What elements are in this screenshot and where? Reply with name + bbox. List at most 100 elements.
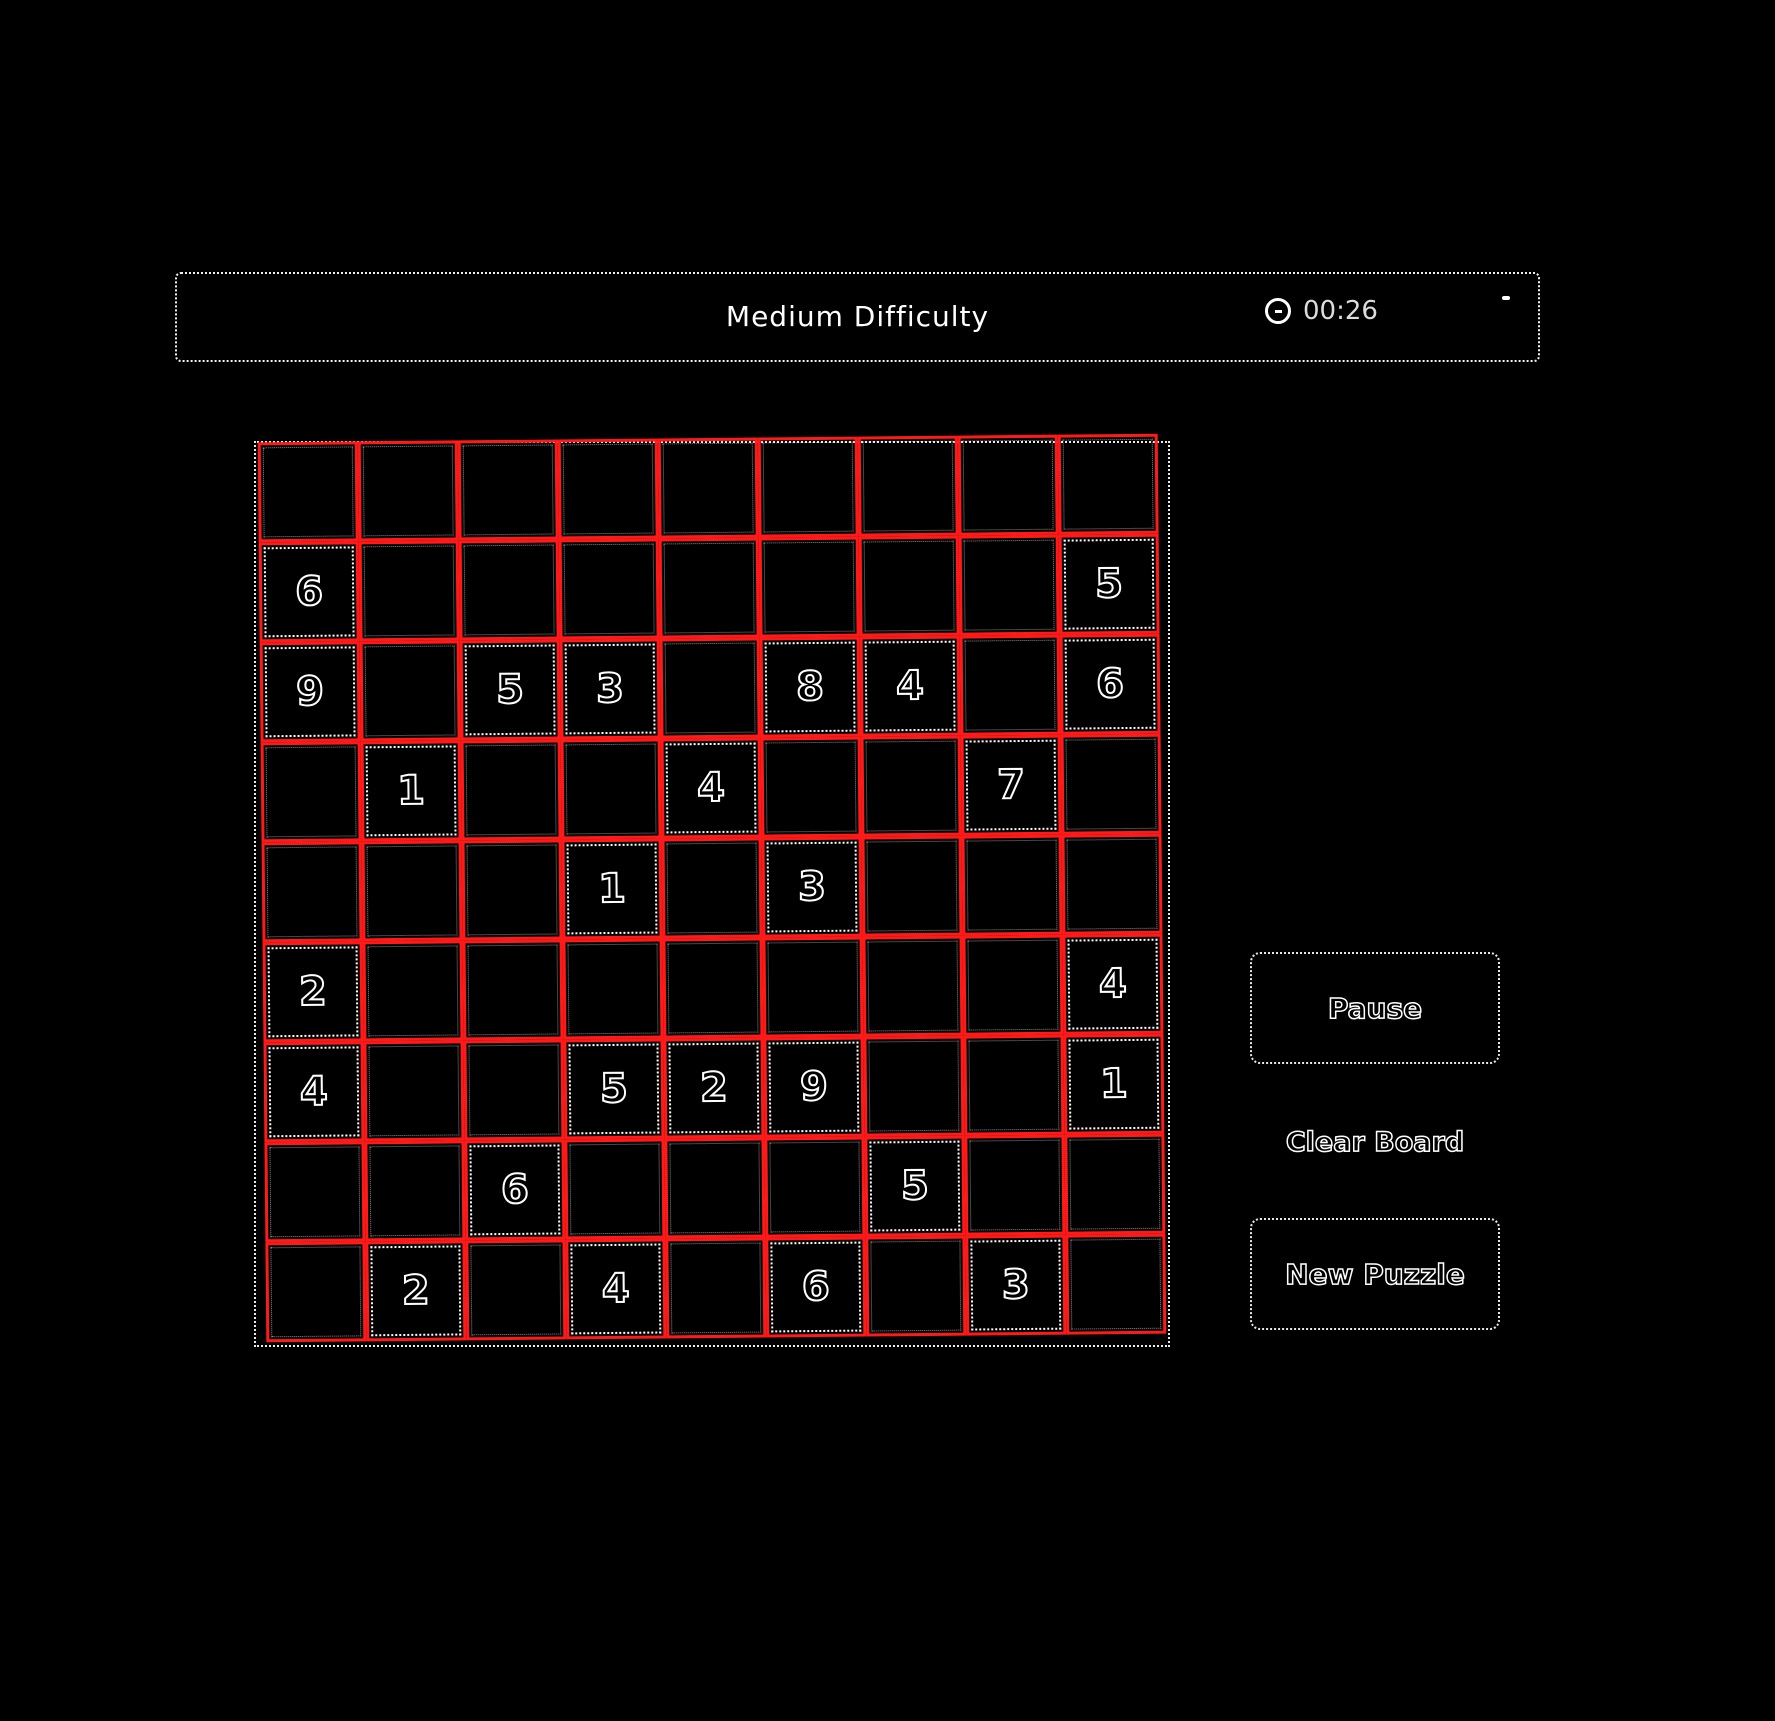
sudoku-cell[interactable]	[1061, 833, 1163, 935]
cell-digit: 2	[401, 1267, 431, 1315]
sudoku-cell[interactable]	[661, 837, 763, 939]
sudoku-cell[interactable]	[562, 938, 664, 1040]
sudoku-cell[interactable]	[261, 841, 363, 943]
sudoku-cell[interactable]	[764, 1136, 866, 1238]
sudoku-cell[interactable]	[1060, 733, 1162, 835]
cell-digit: 9	[799, 1063, 829, 1111]
sudoku-cell[interactable]	[264, 1141, 366, 1243]
sudoku-cell[interactable]	[758, 536, 860, 638]
sudoku-cell[interactable]	[857, 435, 959, 537]
sudoku-cell[interactable]	[1057, 433, 1159, 535]
sudoku-cell[interactable]	[558, 538, 660, 640]
sudoku-cell[interactable]: 3	[559, 638, 661, 740]
sudoku-cell[interactable]	[358, 540, 460, 642]
sudoku-cell[interactable]	[760, 736, 862, 838]
pause-button[interactable]: Pause	[1250, 952, 1500, 1064]
sudoku-cell[interactable]: 2	[262, 941, 364, 1043]
sudoku-cell[interactable]	[457, 439, 559, 541]
sudoku-cell[interactable]: 6	[765, 1236, 867, 1338]
sudoku-cell[interactable]	[865, 1235, 967, 1337]
sudoku-cell[interactable]	[662, 937, 764, 1039]
sudoku-cell[interactable]	[465, 1239, 567, 1341]
menu-mark-icon[interactable]	[1502, 296, 1510, 300]
cell-digit: 8	[795, 663, 825, 711]
sudoku-cell[interactable]: 6	[1059, 633, 1161, 735]
sudoku-cell[interactable]	[257, 441, 359, 543]
sudoku-cell[interactable]	[961, 834, 1063, 936]
sudoku-cell[interactable]: 1	[1063, 1033, 1165, 1135]
sudoku-cell[interactable]	[964, 1134, 1066, 1236]
new-puzzle-button[interactable]: New Puzzle	[1250, 1218, 1500, 1330]
sudoku-cell[interactable]: 4	[565, 1238, 667, 1340]
cell-digit: 5	[495, 666, 525, 714]
sudoku-cell[interactable]: 5	[459, 639, 561, 741]
sudoku-cell[interactable]: 8	[759, 636, 861, 738]
sudoku-cell[interactable]: 7	[960, 734, 1062, 836]
sudoku-cell[interactable]	[458, 539, 560, 641]
sudoku-cell[interactable]	[658, 537, 760, 639]
sudoku-cell[interactable]	[260, 741, 362, 843]
sudoku-cell[interactable]	[463, 1039, 565, 1141]
sudoku-cell[interactable]: 5	[1058, 533, 1160, 635]
sudoku-cell[interactable]: 5	[563, 1038, 665, 1140]
sudoku-cell[interactable]: 4	[1062, 933, 1164, 1035]
sudoku-cell[interactable]	[564, 1138, 666, 1240]
clock-icon	[1265, 298, 1291, 324]
sudoku-cell[interactable]	[962, 934, 1064, 1036]
sudoku-cell[interactable]: 9	[259, 641, 361, 743]
sudoku-cell[interactable]	[863, 1035, 965, 1137]
sudoku-cell[interactable]: 1	[561, 838, 663, 940]
clear-board-button[interactable]: Clear Board	[1250, 1120, 1500, 1164]
sudoku-cell[interactable]	[265, 1241, 367, 1343]
sudoku-cell[interactable]	[963, 1034, 1065, 1136]
cell-digit: 7	[996, 761, 1026, 809]
sudoku-cell[interactable]	[858, 535, 960, 637]
sudoku-cell[interactable]: 9	[763, 1036, 865, 1138]
cell-digit: 5	[1094, 560, 1124, 608]
cell-digit: 4	[1098, 960, 1128, 1008]
sudoku-cell[interactable]	[657, 437, 759, 539]
cell-digit: 3	[797, 863, 827, 911]
sudoku-cell[interactable]	[957, 434, 1059, 536]
sudoku-cell[interactable]	[361, 840, 463, 942]
sudoku-cell[interactable]	[664, 1137, 766, 1239]
sudoku-cell[interactable]	[1064, 1133, 1166, 1235]
sudoku-cell[interactable]: 5	[864, 1135, 966, 1237]
sudoku-cell[interactable]: 2	[365, 1240, 467, 1342]
sudoku-cell[interactable]	[460, 739, 562, 841]
sudoku-cell[interactable]	[364, 1140, 466, 1242]
sudoku-cell[interactable]	[461, 839, 563, 941]
sudoku-cell[interactable]	[861, 835, 963, 937]
sudoku-cell[interactable]: 4	[859, 635, 961, 737]
sudoku-cell[interactable]	[1065, 1233, 1167, 1335]
sudoku-cell[interactable]: 6	[464, 1139, 566, 1241]
sudoku-cell[interactable]	[659, 637, 761, 739]
sudoku-cell[interactable]: 1	[360, 740, 462, 842]
sudoku-cell[interactable]	[359, 640, 461, 742]
cell-digit: 4	[299, 1068, 329, 1116]
sudoku-cell[interactable]: 2	[663, 1037, 765, 1139]
cell-digit: 2	[298, 968, 328, 1016]
sudoku-cell[interactable]	[362, 940, 464, 1042]
sudoku-cell[interactable]: 4	[660, 737, 762, 839]
cell-digit: 6	[801, 1263, 831, 1311]
cell-digit: 3	[595, 665, 625, 713]
sudoku-cell[interactable]	[862, 935, 964, 1037]
sudoku-cell[interactable]	[665, 1237, 767, 1339]
sudoku-cell[interactable]	[762, 936, 864, 1038]
sudoku-cell[interactable]: 6	[258, 541, 360, 643]
sudoku-cell[interactable]	[958, 534, 1060, 636]
sudoku-cell[interactable]	[557, 438, 659, 540]
sudoku-cell[interactable]: 3	[761, 836, 863, 938]
sudoku-cell[interactable]	[357, 440, 459, 542]
sudoku-cell[interactable]	[560, 738, 662, 840]
sudoku-cell[interactable]	[959, 634, 1061, 736]
sudoku-cell[interactable]	[860, 735, 962, 837]
sudoku-cell[interactable]: 3	[965, 1234, 1067, 1336]
sudoku-cell[interactable]	[757, 436, 859, 538]
sudoku-cell[interactable]	[363, 1040, 465, 1142]
cell-digit: 2	[699, 1064, 729, 1112]
sudoku-cell[interactable]	[462, 939, 564, 1041]
cell-digit: 5	[599, 1065, 629, 1113]
sudoku-cell[interactable]: 4	[263, 1041, 365, 1143]
